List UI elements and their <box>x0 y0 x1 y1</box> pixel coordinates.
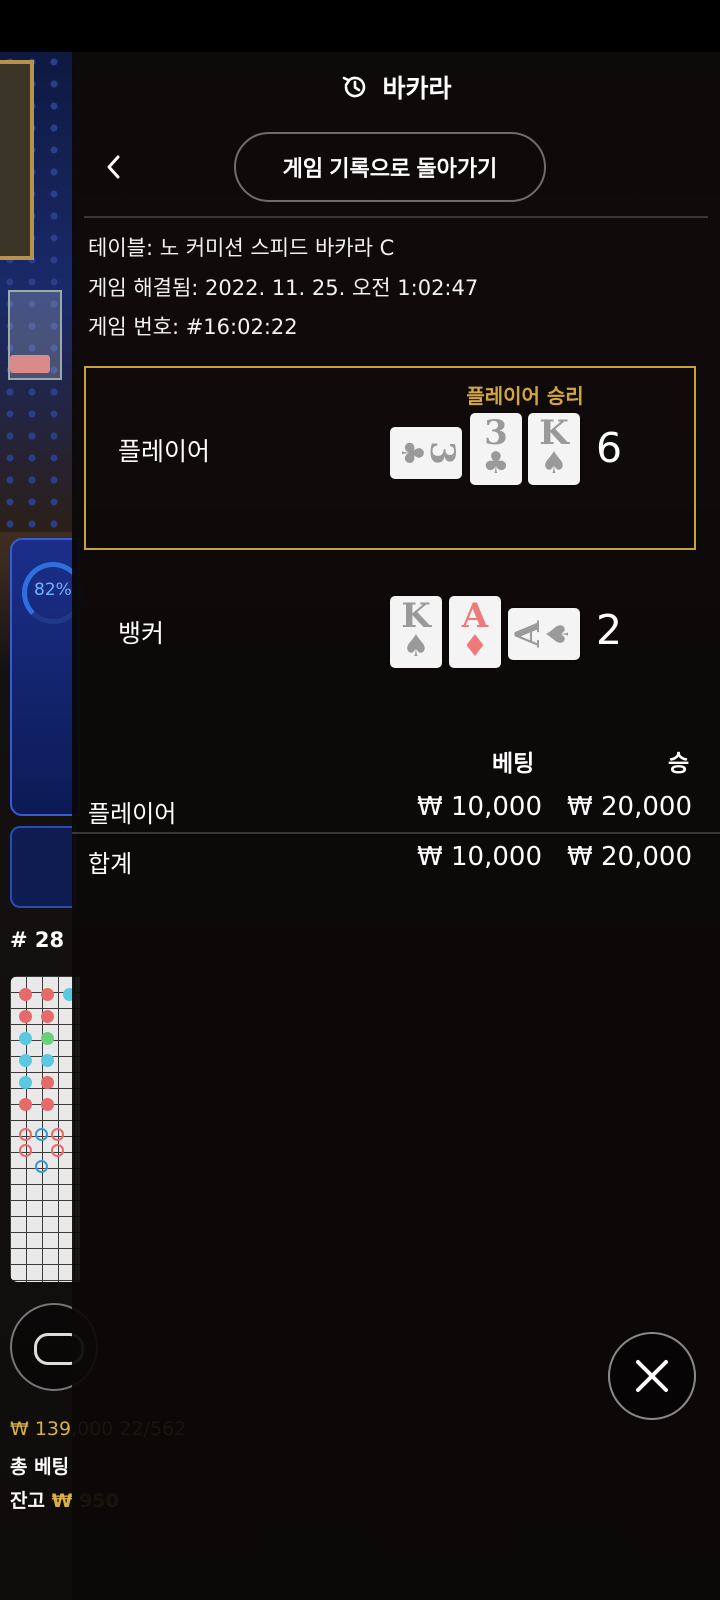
background-bet-button <box>10 826 76 908</box>
player-card-3-suit: ♠ <box>540 446 568 481</box>
background-round-number: # 28 <box>10 928 65 952</box>
player-card-1-face: 3 ♣ <box>390 427 462 479</box>
banker-card-3-suit: ♠ <box>541 620 576 648</box>
page-title: 바카라 <box>382 74 452 103</box>
player-card-1-suit: ♣ <box>394 439 429 467</box>
player-card-1: 3 ♣ <box>390 427 462 479</box>
banker-card-3: A ♠ <box>508 608 580 660</box>
bet-row-label: 플레이어 <box>88 800 177 828</box>
panel-header: 바카라 게임 기록으로 돌아가기 <box>72 52 720 222</box>
chevron-left-icon <box>107 155 120 179</box>
banker-card-2: A ♦ <box>449 596 501 668</box>
banker-label: 뱅커 <box>118 619 165 648</box>
banker-card-2-suit: ♦ <box>461 629 489 664</box>
back-button[interactable] <box>94 147 134 187</box>
winner-label: 플레이어 승리 <box>466 384 584 408</box>
bet-row-win: ₩ 20,000 <box>567 792 692 822</box>
background-balance-label: 잔고 <box>10 1490 45 1512</box>
player-card-3: K ♠ <box>528 413 580 485</box>
bets-divider <box>72 832 720 834</box>
total-win: ₩ 20,000 <box>567 842 692 872</box>
background-total-bet: 총 베팅 <box>10 1456 70 1478</box>
game-number-info: 게임 번호: #16:02:22 <box>88 315 298 339</box>
header-divider <box>84 216 708 218</box>
bet-column-header: 베팅 <box>492 751 535 777</box>
background-picture-frame <box>0 60 34 260</box>
status-bar-area <box>0 0 720 52</box>
banker-card-1-suit: ♠ <box>402 629 430 664</box>
player-label: 플레이어 <box>118 437 211 466</box>
title-row: 바카라 <box>72 70 720 104</box>
banker-score: 2 <box>596 606 623 654</box>
banker-card-3-face: A ♠ <box>508 608 580 660</box>
resolved-time-info: 게임 해결됨: 2022. 11. 25. 오전 1:02:47 <box>88 276 479 300</box>
win-column-header: 승 <box>668 751 690 777</box>
table-info: 테이블: 노 커미션 스피드 바카라 C <box>88 236 395 260</box>
close-button[interactable] <box>608 1332 696 1420</box>
player-card-2: 3 ♣ <box>470 413 522 485</box>
banker-card-1: K ♠ <box>390 596 442 668</box>
background-percent: 82% <box>34 580 72 600</box>
player-card-2-suit: ♣ <box>482 446 510 481</box>
close-icon <box>636 1360 668 1392</box>
total-bet: ₩ 10,000 <box>417 842 542 872</box>
return-to-history-button[interactable]: 게임 기록으로 돌아가기 <box>234 132 546 202</box>
total-label: 합계 <box>88 850 133 878</box>
background-scoreboard <box>10 976 80 1282</box>
player-score: 6 <box>596 424 623 472</box>
bet-row-bet: ₩ 10,000 <box>417 792 542 822</box>
history-icon <box>343 76 366 98</box>
background-chip-stack <box>10 355 50 373</box>
game-history-panel: 바카라 게임 기록으로 돌아가기 테이블: 노 커미션 스피드 바카라 C 게임… <box>72 52 720 1600</box>
